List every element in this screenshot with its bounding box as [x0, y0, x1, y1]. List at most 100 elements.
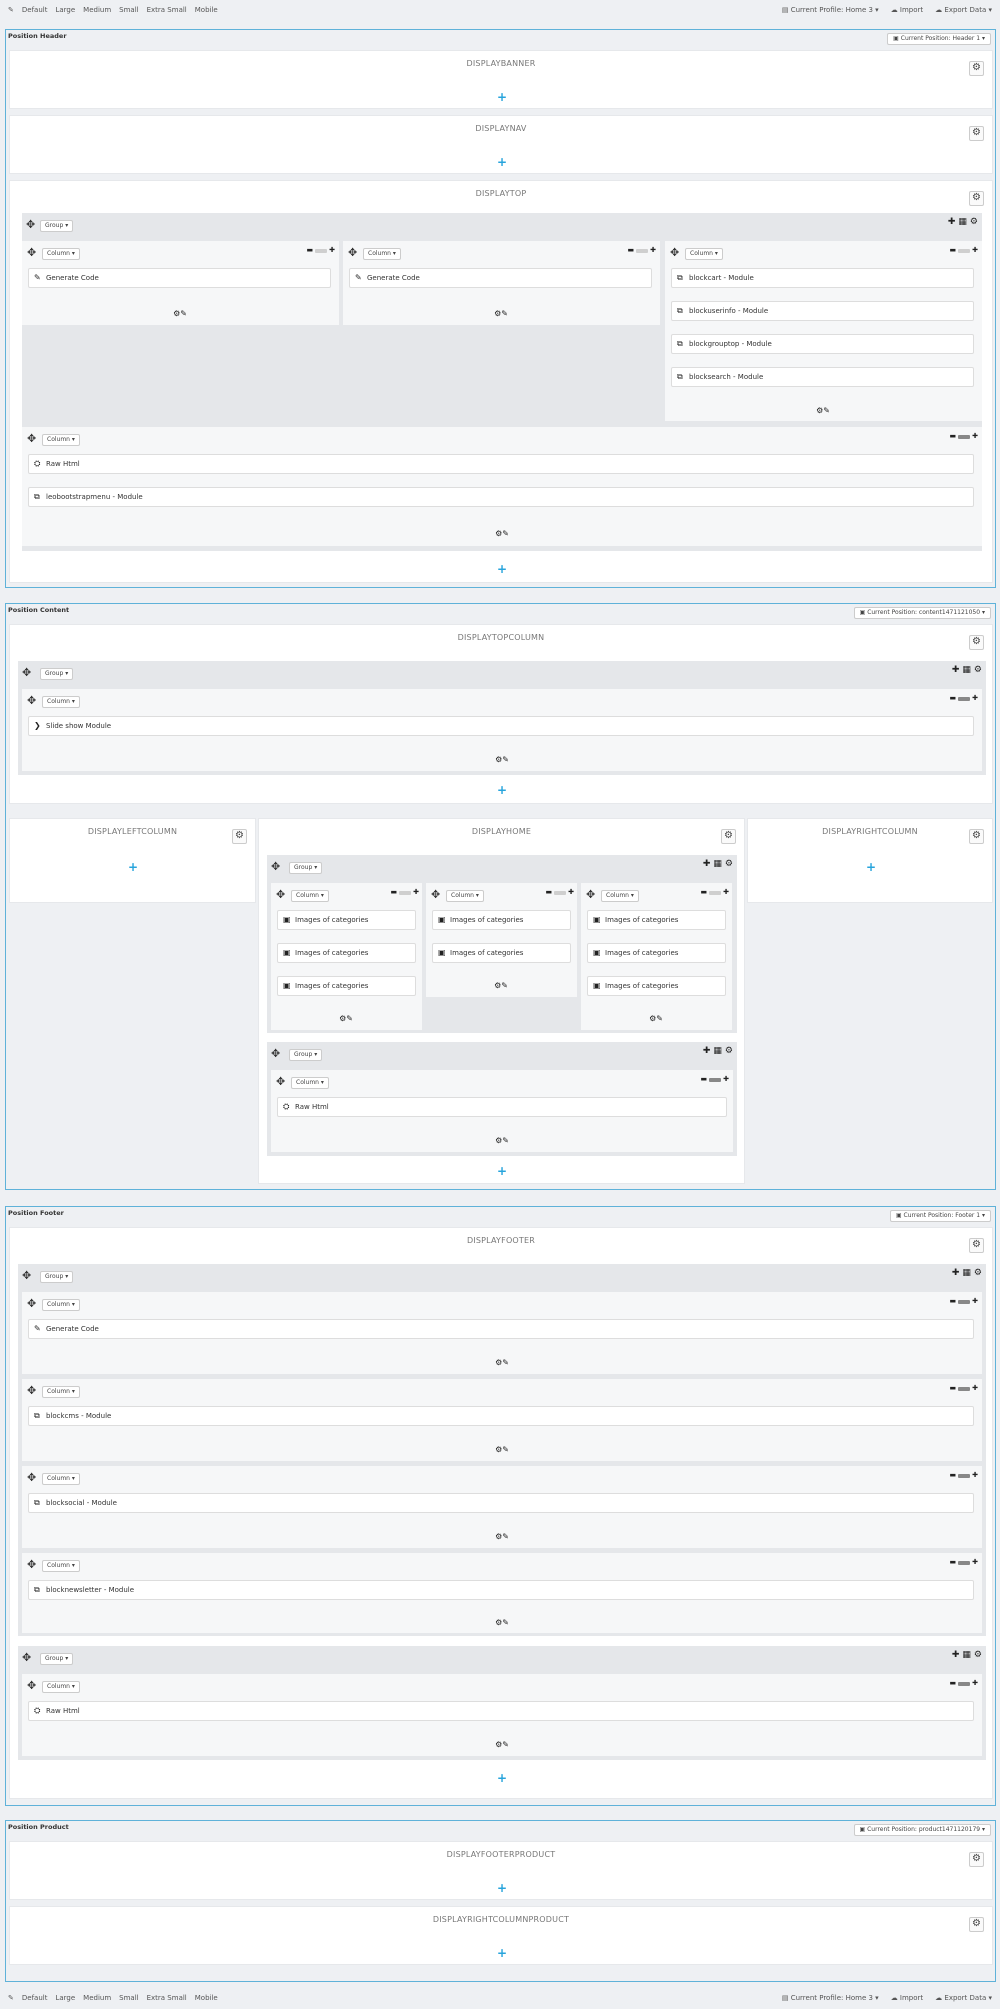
gear-icon[interactable]: ⚙ — [974, 666, 982, 675]
device-large[interactable]: Large — [55, 1994, 75, 2002]
column-dropdown[interactable]: Column ▾ — [42, 1473, 80, 1485]
widget-raw-html[interactable]: ⛭ Raw Html — [28, 1701, 974, 1721]
move-icon[interactable]: ✥ — [27, 1385, 36, 1396]
widget-generate-code[interactable]: ✎ Generate Code — [28, 268, 331, 288]
plus-square-icon[interactable]: ✚ — [972, 1298, 978, 1305]
column-edit-icons[interactable]: ⚙✎ — [495, 1618, 509, 1627]
width-bar[interactable] — [958, 434, 971, 439]
device-medium[interactable]: Medium — [83, 6, 111, 14]
gear-icon[interactable]: ⚙ — [969, 829, 984, 844]
move-icon[interactable]: ✥ — [22, 1652, 31, 1663]
column-dropdown[interactable]: Column ▾ — [291, 1077, 329, 1089]
move-icon[interactable]: ✥ — [271, 1048, 280, 1059]
column-dropdown[interactable]: Column ▾ — [363, 248, 401, 260]
grid-icon[interactable]: ▦ — [962, 1269, 971, 1278]
minus-icon[interactable]: ▬ — [950, 1559, 957, 1566]
add-group-plus-icon[interactable]: + — [497, 1882, 507, 1894]
plus-square-icon[interactable]: ✚ — [723, 889, 729, 896]
group-dropdown[interactable]: Group ▾ — [40, 220, 74, 232]
device-medium[interactable]: Medium — [83, 1994, 111, 2002]
widget-images-of-categories[interactable]: ▣ Images of categories — [432, 910, 571, 930]
column-edit-icons[interactable]: ⚙✎ — [495, 1740, 509, 1749]
move-icon[interactable]: ✥ — [276, 889, 285, 900]
move-icon[interactable]: ✥ — [22, 1270, 31, 1281]
widget-generate-code[interactable]: ✎ Generate Code — [28, 1319, 974, 1339]
plus-square-icon[interactable]: ✚ — [972, 1472, 978, 1479]
gear-icon[interactable]: ⚙ — [974, 1651, 982, 1660]
current-position-dropdown[interactable]: ▣ Current Position: content1471121050 ▾ — [853, 607, 991, 619]
column-dropdown[interactable]: Column ▾ — [446, 890, 484, 902]
minus-icon[interactable]: ▬ — [950, 1472, 957, 1479]
widget-images-of-categories[interactable]: ▣ Images of categories — [587, 976, 726, 996]
current-position-dropdown[interactable]: ▣ Current Position: Footer 1 ▾ — [889, 1210, 991, 1222]
gear-icon[interactable]: ⚙ — [969, 191, 984, 206]
gear-icon[interactable]: ⚙ — [969, 1917, 984, 1932]
width-bar[interactable] — [554, 890, 567, 895]
column-dropdown[interactable]: Column ▾ — [601, 890, 639, 902]
device-default[interactable]: Default — [22, 6, 48, 14]
minus-icon[interactable]: ▬ — [950, 695, 957, 702]
width-bar[interactable] — [958, 1299, 971, 1304]
move-icon[interactable]: ✥ — [586, 889, 595, 900]
widget-images-of-categories[interactable]: ▣ Images of categories — [587, 910, 726, 930]
column-edit-icons[interactable]: ⚙✎ — [495, 1445, 509, 1454]
plus-square-icon[interactable]: ✚ — [972, 247, 978, 254]
minus-icon[interactable]: ▬ — [307, 247, 314, 254]
column-dropdown[interactable]: Column ▾ — [42, 1386, 80, 1398]
column-dropdown[interactable]: Column ▾ — [42, 696, 80, 708]
move-icon[interactable]: ✥ — [22, 667, 31, 678]
width-bar[interactable] — [315, 248, 328, 253]
column-dropdown[interactable]: Column ▾ — [42, 1299, 80, 1311]
move-icon[interactable]: ✥ — [670, 247, 679, 258]
width-bar[interactable] — [636, 248, 649, 253]
width-bar[interactable] — [958, 1473, 971, 1478]
device-large[interactable]: Large — [55, 6, 75, 14]
column-edit-icons[interactable]: ⚙✎ — [816, 406, 830, 415]
minus-icon[interactable]: ▬ — [701, 889, 708, 896]
column-edit-icons[interactable]: ⚙✎ — [494, 981, 508, 990]
move-icon[interactable]: ✥ — [27, 247, 36, 258]
move-icon[interactable]: ✥ — [27, 1680, 36, 1691]
plus-square-icon[interactable]: ✚ — [568, 889, 574, 896]
width-bar[interactable] — [958, 1560, 971, 1565]
width-bar[interactable] — [709, 890, 722, 895]
widget-images-of-categories[interactable]: ▣ Images of categories — [432, 943, 571, 963]
widget-raw-html[interactable]: ⛭ Raw Html — [277, 1097, 727, 1117]
move-icon[interactable]: ✥ — [27, 1298, 36, 1309]
width-bar[interactable] — [958, 248, 971, 253]
column-dropdown[interactable]: Column ▾ — [42, 434, 80, 446]
plus-square-icon[interactable]: ✚ — [972, 695, 978, 702]
column-dropdown[interactable]: Column ▾ — [42, 1681, 80, 1693]
column-edit-icons[interactable]: ⚙✎ — [339, 1014, 353, 1023]
gear-icon[interactable]: ⚙ — [969, 61, 984, 76]
gear-icon[interactable]: ⚙ — [725, 1047, 733, 1056]
plus-icon[interactable]: ✚ — [952, 1269, 960, 1278]
group-dropdown[interactable]: Group ▾ — [289, 1049, 323, 1061]
device-extra-small[interactable]: Extra Small — [147, 1994, 187, 2002]
width-bar[interactable] — [399, 890, 412, 895]
minus-icon[interactable]: ▬ — [546, 889, 553, 896]
widget-blockuserinfo[interactable]: ⧉ blockuserinfo - Module — [671, 301, 974, 321]
plus-square-icon[interactable]: ✚ — [972, 1385, 978, 1392]
widget-leobootstrapmenu[interactable]: ⧉ leobootstrapmenu - Module — [28, 487, 974, 507]
column-dropdown[interactable]: Column ▾ — [42, 1560, 80, 1572]
plus-icon[interactable]: ✚ — [703, 860, 711, 869]
minus-icon[interactable]: ▬ — [950, 1385, 957, 1392]
add-group-plus-icon[interactable]: + — [497, 156, 507, 168]
widget-raw-html[interactable]: ⛭ Raw Html — [28, 454, 974, 474]
plus-square-icon[interactable]: ✚ — [972, 433, 978, 440]
device-small[interactable]: Small — [119, 6, 138, 14]
plus-square-icon[interactable]: ✚ — [972, 1559, 978, 1566]
minus-icon[interactable]: ▬ — [950, 1680, 957, 1687]
minus-icon[interactable]: ▬ — [701, 1076, 708, 1083]
device-small[interactable]: Small — [119, 1994, 138, 2002]
column-edit-icons[interactable]: ⚙✎ — [495, 755, 509, 764]
column-edit-icons[interactable]: ⚙✎ — [173, 309, 187, 318]
minus-icon[interactable]: ▬ — [950, 1298, 957, 1305]
import-button[interactable]: ☁ Import — [891, 6, 923, 14]
group-dropdown[interactable]: Group ▾ — [40, 1271, 74, 1283]
import-button[interactable]: ☁ Import — [891, 1994, 923, 2002]
plus-icon[interactable]: ✚ — [948, 218, 956, 227]
wrench-icon[interactable]: ✎ — [8, 6, 14, 14]
move-icon[interactable]: ✥ — [276, 1076, 285, 1087]
